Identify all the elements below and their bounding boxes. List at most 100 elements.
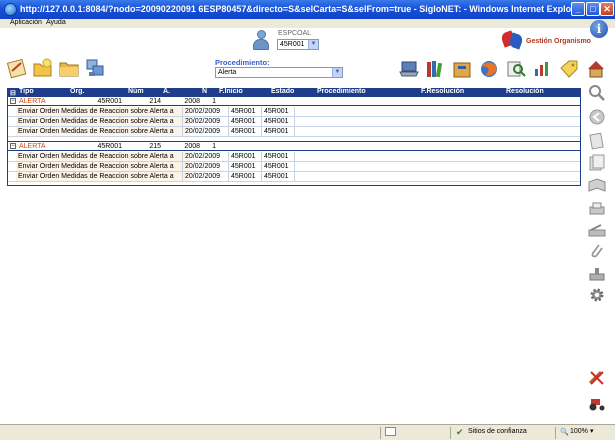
edit-document-icon[interactable] (6, 57, 28, 79)
cell-num: 214 (149, 98, 161, 105)
column-header-f-resolucion[interactable]: F.Resolución (421, 88, 464, 95)
column-header-org[interactable]: Org. (70, 88, 84, 95)
org-label: Gestión Organismo (526, 38, 591, 45)
cell-org-origin: 45R001 (228, 172, 256, 182)
search-document-icon[interactable] (505, 58, 527, 80)
home-icon[interactable] (585, 58, 607, 80)
cell-date: 20/02/2009 (182, 107, 220, 117)
paperclip-icon[interactable] (587, 242, 607, 260)
column-header-f-inicio[interactable]: F.Inicio (219, 88, 243, 95)
menu-item-aplicacion[interactable]: Aplicación (10, 19, 42, 26)
cell-n: 1 (212, 98, 216, 105)
procedure-select[interactable]: Alerta ▼ (215, 67, 343, 78)
zoom-level[interactable]: 100% (570, 428, 588, 435)
window-titlebar: http://127.0.0.1:8084/?nodo=20090220091 … (0, 0, 615, 19)
book-icon[interactable] (587, 176, 607, 194)
procedure-select-value: Alerta (218, 69, 237, 76)
organism-logo-icon (499, 30, 525, 50)
window-title: http://127.0.0.1:8084/?nodo=20090220091 … (20, 4, 584, 14)
column-header-tipo[interactable]: Tipo (19, 88, 34, 95)
back-arrow-icon[interactable] (587, 108, 607, 126)
column-header-n[interactable]: N (202, 88, 207, 95)
new-folder-icon[interactable] (32, 57, 54, 79)
right-toolbar (583, 80, 613, 420)
cell-anio: 2008 (184, 98, 200, 105)
gear-icon[interactable] (587, 286, 607, 304)
alerts-grid: ⊟ Tipo Org. Núm A. N F.Inicio Estado Pro… (7, 88, 581, 186)
tractor-icon[interactable] (587, 394, 607, 412)
cell-description: Enviar Orden Medidas de Reaccion sobre A… (16, 127, 190, 136)
documents-icon[interactable] (587, 154, 607, 172)
magnifier-icon[interactable] (587, 84, 607, 102)
collapse-toggle-icon[interactable]: − (10, 143, 16, 149)
table-row-group[interactable]: − ALERTA 45R001 215 2008 1 (8, 141, 580, 151)
maximize-button[interactable]: □ (586, 2, 600, 16)
cell-org-dest: 45R001 (261, 117, 289, 127)
collapse-toggle-icon[interactable]: − (10, 98, 16, 104)
scanner-icon[interactable] (587, 222, 607, 240)
cell-org: 45R001 (97, 143, 122, 150)
chevron-down-icon: ▼ (332, 68, 342, 77)
cell-anio: 2008 (184, 143, 200, 150)
cell-tipo: ALERTA (19, 98, 46, 105)
minimize-button[interactable]: _ (571, 2, 585, 16)
menu-item-ayuda[interactable]: Ayuda (46, 19, 66, 26)
archive-box-icon[interactable] (451, 58, 473, 80)
chart-tools-icon[interactable] (531, 58, 553, 80)
tools-cancel-icon[interactable] (587, 368, 607, 386)
cell-org-origin: 45R001 (228, 162, 256, 172)
user-select[interactable]: 45R001 ▼ (277, 39, 319, 50)
cell-date: 20/02/2009 (182, 152, 220, 162)
firefox-globe-icon[interactable] (478, 58, 500, 80)
cell-org: 45R001 (97, 98, 122, 105)
procedure-label: Procedimiento: (215, 58, 270, 67)
security-zone-label: Sitios de confianza (468, 428, 527, 435)
close-button[interactable]: ✕ (600, 2, 614, 16)
table-row[interactable]: Enviar Orden Medidas de Reaccion sobre A… (8, 107, 580, 117)
app-header: ESPCOAL 45R001 ▼ Gestión Organismo (0, 28, 615, 54)
table-row[interactable]: Enviar Orden Medidas de Reaccion sobre A… (8, 162, 580, 172)
column-header-procedimiento[interactable]: Procedimiento (317, 88, 366, 95)
table-row-group[interactable]: − ALERTA 45R001 214 2008 1 (8, 96, 580, 106)
computer-network-icon[interactable] (84, 57, 106, 79)
laptop-icon[interactable] (398, 58, 420, 80)
cell-org-origin: 45R001 (228, 107, 256, 117)
cell-org-dest: 45R001 (261, 107, 289, 117)
stamp-print-icon[interactable] (587, 266, 607, 284)
table-row[interactable]: Enviar Orden Medidas de Reaccion sobre A… (8, 117, 580, 127)
cell-org-dest: 45R001 (261, 152, 289, 162)
column-header-resolucion[interactable]: Resolución (506, 88, 544, 95)
column-header-estado[interactable]: Estado (271, 88, 294, 95)
cell-description: Enviar Orden Medidas de Reaccion sobre A… (16, 107, 190, 116)
user-icon (252, 30, 270, 50)
column-header-anio[interactable]: A. (163, 88, 170, 95)
info-icon[interactable]: i (590, 20, 608, 38)
table-row[interactable]: Enviar Orden Medidas de Reaccion sobre A… (8, 152, 580, 162)
grid-header: ⊟ Tipo Org. Núm A. N F.Inicio Estado Pro… (8, 88, 580, 97)
cell-tipo: ALERTA (19, 143, 46, 150)
status-bar: ✔ Sitios de confianza 🔍 100% ▾ (0, 424, 615, 440)
printer-icon[interactable] (587, 200, 607, 218)
zoom-icon: 🔍 (560, 429, 569, 436)
chevron-down-icon[interactable]: ▾ (590, 427, 594, 435)
books-icon[interactable] (424, 58, 446, 80)
cell-description: Enviar Orden Medidas de Reaccion sobre A… (16, 152, 190, 161)
tag-label-icon[interactable] (558, 58, 580, 80)
cell-description: Enviar Orden Medidas de Reaccion sobre A… (16, 117, 190, 126)
table-row[interactable]: Enviar Orden Medidas de Reaccion sobre A… (8, 127, 580, 137)
column-header-num[interactable]: Núm (128, 88, 144, 95)
cell-description: Enviar Orden Medidas de Reaccion sobre A… (16, 172, 190, 181)
cell-org-dest: 45R001 (261, 162, 289, 172)
chevron-down-icon: ▼ (308, 40, 318, 49)
cell-num: 215 (149, 143, 161, 150)
checkmark-icon: ✔ (456, 427, 464, 437)
cell-org-dest: 45R001 (261, 127, 289, 137)
document-icon[interactable] (587, 132, 607, 150)
cell-org-dest: 45R001 (261, 172, 289, 182)
cell-description: Enviar Orden Medidas de Reaccion sobre A… (16, 162, 190, 171)
open-folder-icon[interactable] (58, 57, 80, 79)
cell-org-origin: 45R001 (228, 117, 256, 127)
table-row[interactable]: Enviar Orden Medidas de Reaccion sobre A… (8, 172, 580, 182)
user-label: ESPCOAL (278, 30, 312, 37)
cell-n: 1 (212, 143, 216, 150)
